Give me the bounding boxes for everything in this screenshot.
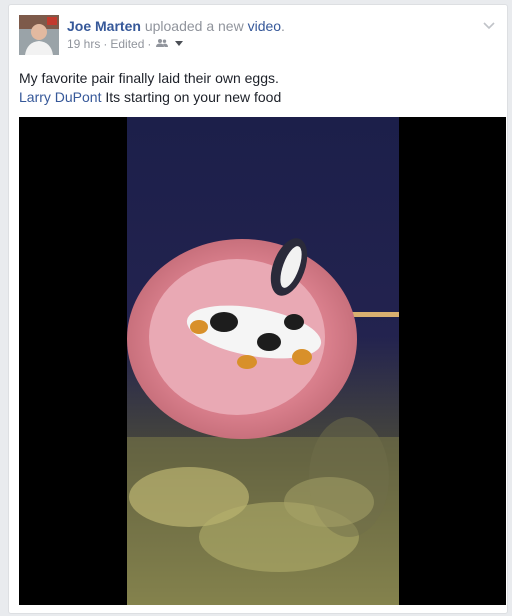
author-name[interactable]: Joe Marten: [67, 18, 141, 34]
caret-down-icon: [174, 41, 183, 46]
post-header: Joe Marten uploaded a new video. 19 hrs …: [19, 15, 497, 59]
timestamp[interactable]: 19 hrs: [67, 36, 100, 52]
post-text-line1: My favorite pair finally laid their own …: [19, 70, 279, 86]
headline: Joe Marten uploaded a new video.: [67, 17, 477, 35]
chevron-down-icon: [483, 22, 495, 30]
mention-link[interactable]: Larry DuPont: [19, 89, 101, 105]
post-text-rest: Its starting on your new food: [101, 89, 282, 105]
video-link[interactable]: video: [248, 18, 281, 34]
edited-label[interactable]: Edited: [110, 36, 144, 52]
post-card: Joe Marten uploaded a new video. 19 hrs …: [8, 4, 508, 614]
audience-selector[interactable]: [156, 36, 183, 52]
avatar[interactable]: [19, 15, 59, 55]
post-text-line2: Larry DuPont Its starting on your new fo…: [19, 88, 497, 107]
post-body: My favorite pair finally laid their own …: [19, 69, 497, 107]
meta-line: 19 hrs · Edited ·: [67, 36, 477, 52]
header-text: Joe Marten uploaded a new video. 19 hrs …: [67, 17, 477, 52]
friends-icon: [156, 39, 169, 47]
separator: ·: [147, 37, 152, 51]
post-options-button[interactable]: [481, 17, 497, 33]
action-suffix: .: [281, 18, 285, 34]
separator: ·: [103, 37, 108, 51]
video-player[interactable]: [19, 117, 506, 605]
action-text: uploaded a new: [144, 18, 244, 34]
video-frame: [19, 117, 506, 605]
